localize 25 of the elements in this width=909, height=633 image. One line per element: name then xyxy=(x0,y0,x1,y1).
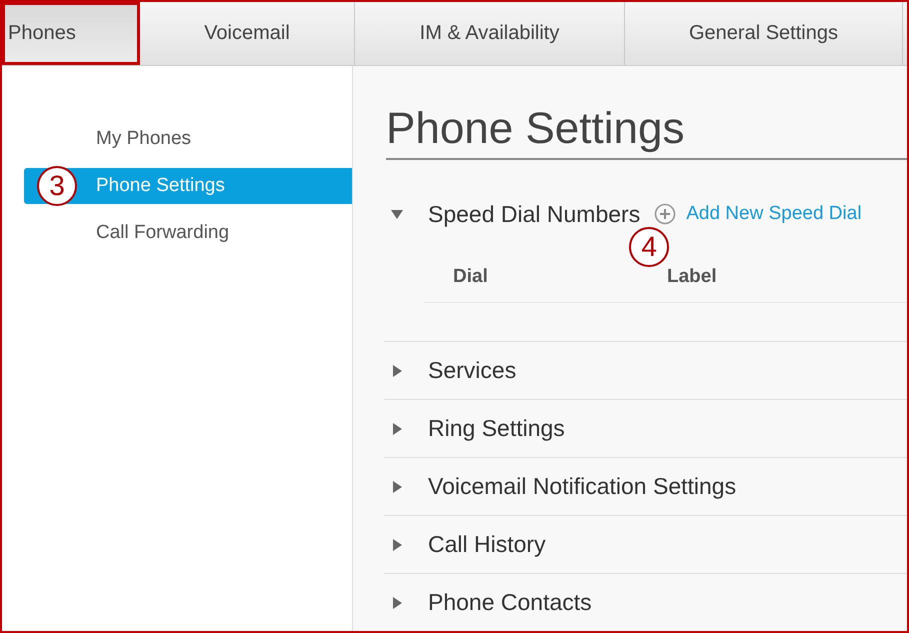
column-header: Dial xyxy=(452,266,489,288)
tab[interactable]: Voicemail xyxy=(140,2,355,65)
collapse-icon[interactable] xyxy=(390,207,404,221)
tab[interactable]: Phones xyxy=(2,2,140,65)
add-icon[interactable] xyxy=(654,203,676,225)
sidebar-item[interactable]: Call Forwarding xyxy=(24,215,352,251)
section-title[interactable]: Phone Contacts xyxy=(428,589,592,616)
callout-marker: 3 xyxy=(37,166,77,206)
section-title[interactable]: Ring Settings xyxy=(428,415,565,442)
tab[interactable]: General Settings xyxy=(625,2,903,65)
expand-icon[interactable] xyxy=(390,596,404,610)
expand-icon[interactable] xyxy=(390,364,404,378)
page-title: Phone Settings xyxy=(386,104,907,160)
sidebar-item[interactable]: 3 Phone Settings xyxy=(24,168,352,204)
expand-icon[interactable] xyxy=(390,422,404,436)
tab[interactable]: IM & Availability xyxy=(355,2,625,65)
sidebar-item[interactable]: My Phones xyxy=(24,121,352,157)
expand-icon[interactable] xyxy=(390,538,404,552)
section-title[interactable]: Speed Dial Numbers xyxy=(428,200,640,228)
section-title[interactable]: Voicemail Notification Settings xyxy=(428,473,736,500)
callout-marker: 4 xyxy=(629,227,670,267)
column-header: Label xyxy=(667,266,717,288)
section-title[interactable]: Services xyxy=(428,357,516,384)
expand-icon[interactable] xyxy=(390,480,404,494)
section-title[interactable]: Call History xyxy=(428,531,546,558)
